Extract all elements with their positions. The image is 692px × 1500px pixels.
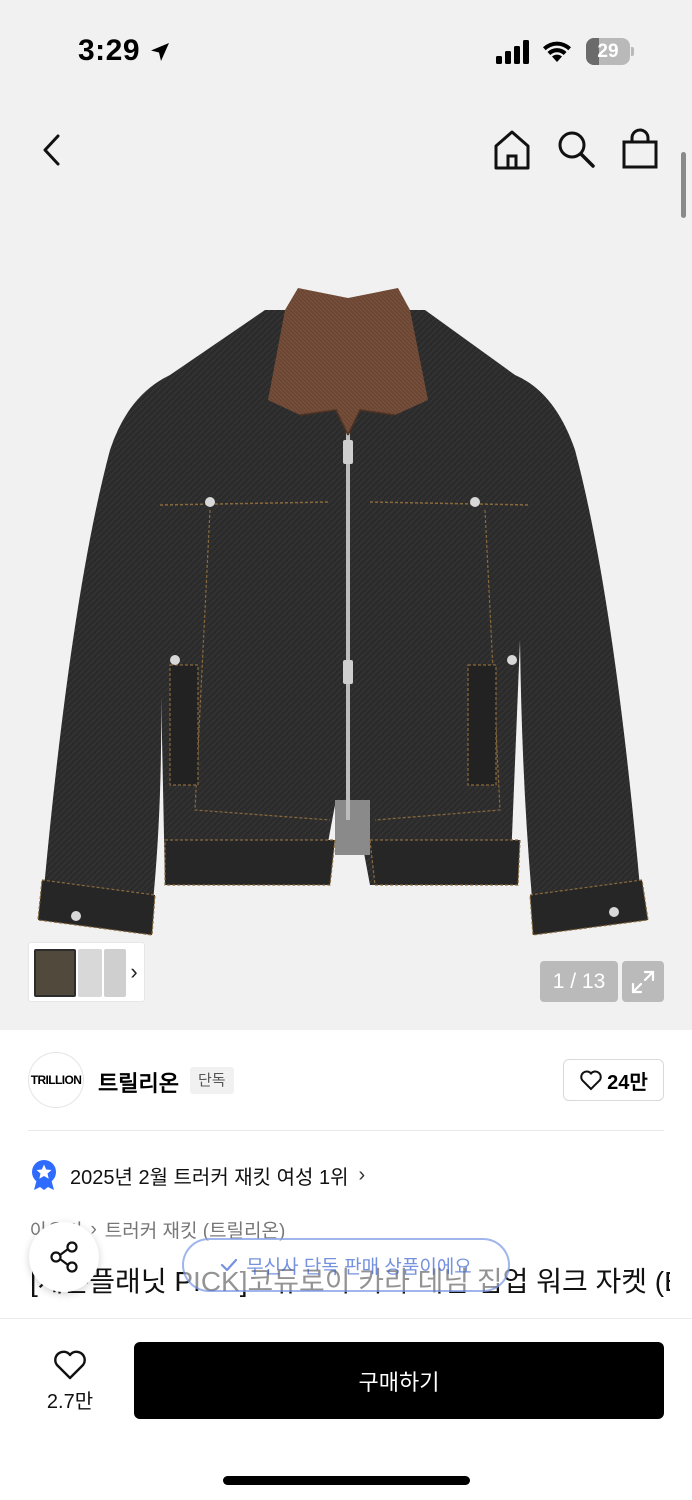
shopping-bag-icon <box>622 128 658 169</box>
share-icon <box>50 1241 78 1273</box>
cart-button[interactable] <box>620 128 660 170</box>
battery-level: 29 <box>597 41 619 62</box>
check-icon <box>221 1258 238 1272</box>
buy-button[interactable]: 구매하기 <box>134 1342 664 1419</box>
share-button[interactable] <box>29 1222 99 1292</box>
brand-logo-text: TRILLION <box>30 1073 82 1087</box>
cellular-signal-icon <box>496 40 529 64</box>
back-button[interactable] <box>32 130 72 170</box>
brand-like-count: 24만 <box>607 1071 648 1094</box>
heart-icon <box>54 1350 86 1379</box>
scroll-indicator <box>681 152 686 218</box>
wishlist-button[interactable]: 2.7만 <box>30 1343 110 1419</box>
brand-like-button[interactable]: 24만 <box>563 1059 664 1101</box>
location-arrow-icon <box>151 43 169 61</box>
thumbnail-strip[interactable]: › <box>28 942 145 1002</box>
search-button[interactable] <box>555 128 597 170</box>
home-icon <box>494 130 530 170</box>
exclusive-badge: 단독 <box>190 1067 234 1094</box>
chevron-left-icon <box>43 134 60 166</box>
wifi-icon <box>543 41 571 62</box>
search-icon <box>558 131 595 168</box>
brand-logo[interactable]: TRILLION <box>28 1052 84 1108</box>
ranking-link[interactable]: 2025년 2월 트러커 재킷 여성 1위 › <box>30 1157 365 1193</box>
home-button[interactable] <box>490 128 534 172</box>
home-indicator <box>223 1476 470 1485</box>
image-counter: 1 / 13 <box>540 961 618 1002</box>
chevron-right-icon: › <box>358 1163 366 1186</box>
heart-icon <box>580 1070 602 1091</box>
status-time: 3:29 <box>78 34 141 67</box>
battery-indicator: 29 <box>586 38 634 65</box>
ranking-text: 2025년 2월 트러커 재킷 여성 1위 <box>70 1166 349 1189</box>
thumbnail-image[interactable] <box>34 949 76 997</box>
wishlist-count: 2.7만 <box>46 1390 94 1413</box>
exclusive-toast: 무신사 단독 판매 상품이에요 <box>182 1238 510 1292</box>
ranking-medal-icon <box>32 1160 56 1190</box>
expand-icon <box>631 970 655 993</box>
product-image[interactable] <box>30 280 670 950</box>
status-bar: 3:29 29 <box>0 0 692 100</box>
brand-name[interactable]: 트릴리온 <box>98 1066 179 1098</box>
toast-text: 무신사 단독 판매 상품이에요 <box>246 1256 472 1278</box>
expand-button[interactable] <box>622 961 664 1002</box>
thumbnail-image[interactable] <box>78 949 102 997</box>
chevron-right-icon[interactable]: › <box>123 957 145 987</box>
divider <box>28 1130 664 1131</box>
